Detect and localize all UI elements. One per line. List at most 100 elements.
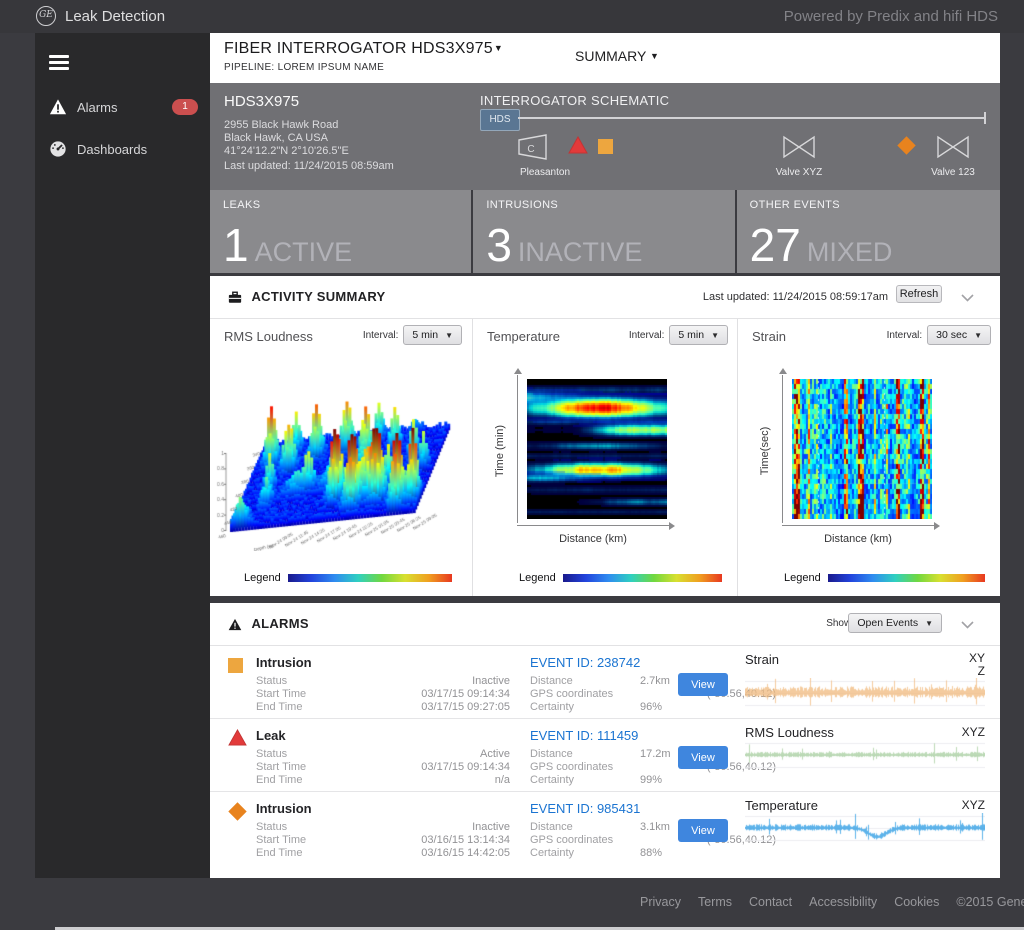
footer-link-terms[interactable]: Terms [698, 895, 732, 909]
legend-label: Legend [519, 572, 556, 584]
sparkline-title: RMS Loudness [745, 725, 834, 740]
strain-heatmap [792, 379, 932, 519]
stat-tile-intrusions[interactable]: INTRUSIONS 3INACTIVE [473, 190, 734, 273]
intrusion-diamond-icon [228, 802, 246, 820]
footer: PrivacyTermsContactAccessibilityCookies©… [640, 895, 1024, 909]
stat-status: INACTIVE [518, 237, 643, 268]
pipeline-endcap [984, 112, 986, 124]
alarms-title: ALARMS [228, 616, 309, 631]
hamburger-menu-icon[interactable] [49, 55, 69, 70]
panel-strain: Strain Interval: 30 sec▼ Time(sec) Dista… [737, 319, 1001, 596]
device-coordinates: 41°24'12.2"N 2°10'26.5"E [224, 145, 349, 157]
powered-by-text: Powered by Predix and hifi HDS [784, 0, 998, 33]
sidebar-item-label: Dashboards [77, 142, 147, 157]
legend-colorbar [563, 574, 722, 582]
schematic-node-label: Valve XYZ [754, 167, 844, 178]
alarms-header: ALARMS Show: Open Events▼ [210, 603, 1000, 646]
alarm-field-values: Active 03/17/15 09:14:34 n/a [370, 748, 510, 787]
device-last-updated: Last updated: 11/24/2015 08:59am [224, 160, 394, 172]
view-button[interactable]: View [678, 746, 728, 769]
alarm-row[interactable]: Intrusion Status Start Time End Time Ina… [210, 792, 1000, 864]
footer-link-contact[interactable]: Contact [749, 895, 792, 909]
sidebar-item-label: Alarms [77, 100, 117, 115]
device-info-band: HDS3X975 2955 Black Hawk Road Black Hawk… [210, 83, 1000, 190]
pump-station-icon[interactable]: C [516, 133, 554, 168]
x-axis-label: Distance (km) [782, 533, 934, 545]
legend-colorbar [288, 574, 452, 582]
panel-title: RMS Loudness [224, 329, 313, 344]
activity-summary-title: ACTIVITY SUMMARY [228, 289, 386, 304]
intrusion-square-icon [228, 656, 246, 674]
stat-tiles: LEAKS 1ACTIVE INTRUSIONS 3INACTIVE OTHER… [210, 190, 1000, 273]
y-axis-label: Time (min) [494, 391, 506, 511]
alarm-sparkline-block: Temperature XYZ [745, 798, 985, 843]
event-id-link[interactable]: EVENT ID: 238742 [530, 655, 640, 670]
temperature-sparkline [745, 813, 985, 843]
valve-123-icon[interactable] [936, 135, 970, 164]
stat-tile-leaks[interactable]: LEAKS 1ACTIVE [210, 190, 471, 273]
gauge-icon [49, 140, 67, 158]
interval-label: Interval: [887, 330, 923, 341]
collapse-chevron-icon[interactable] [961, 616, 974, 634]
device-name: HDS3X975 [224, 93, 299, 110]
alarms-card: ALARMS Show: Open Events▼ Intrusion Stat… [210, 603, 1000, 878]
hds-node[interactable]: HDS [480, 109, 520, 131]
leak-triangle-marker[interactable] [568, 136, 588, 159]
sparkline-series: XYZ [962, 798, 985, 812]
valve-xyz-icon[interactable] [782, 135, 816, 164]
footer-link-accessibility[interactable]: Accessibility [809, 895, 877, 909]
chevron-down-icon: ▼ [650, 51, 659, 61]
stat-status: MIXED [807, 237, 893, 268]
legend-colorbar [828, 574, 985, 582]
sparkline-title: Strain [745, 652, 779, 667]
temperature-heatmap [527, 379, 667, 519]
alarm-sparkline-block: Strain XYZ [745, 652, 985, 708]
warning-triangle-icon [228, 618, 242, 631]
alarm-type: Leak [256, 728, 286, 743]
stat-value: 27 [750, 219, 801, 271]
interval-select[interactable]: 5 min▼ [669, 325, 728, 345]
app-title: Leak Detection [65, 0, 165, 33]
show-events-select[interactable]: Open Events▼ [848, 613, 942, 633]
footer-link-cookies[interactable]: Cookies [894, 895, 939, 909]
x-axis [782, 525, 934, 526]
activity-summary-header: ACTIVITY SUMMARY Last updated: 11/24/201… [210, 276, 1000, 319]
y-axis [782, 375, 783, 523]
rms-loudness-3d-chart [214, 363, 466, 551]
y-axis-label: Time(sec) [759, 391, 771, 511]
alarm-row[interactable]: Intrusion Status Start Time End Time Ina… [210, 646, 1000, 719]
x-axis-arrow [669, 522, 675, 530]
sidebar-item-dashboards[interactable]: Dashboards [35, 133, 210, 167]
view-button[interactable]: View [678, 819, 728, 842]
interval-select[interactable]: 30 sec▼ [927, 325, 991, 345]
sparkline-title: Temperature [745, 798, 818, 813]
view-button[interactable]: View [678, 673, 728, 696]
page-title[interactable]: FIBER INTERROGATOR HDS3X975▼ [224, 40, 503, 58]
interrogator-schematic: INTERROGATOR SCHEMATIC HDS C Pleasanton … [470, 83, 1000, 190]
alarm-field-values: Inactive 03/16/15 13:14:34 03/16/15 14:4… [370, 821, 510, 860]
sidebar-item-alarms[interactable]: Alarms 1 [35, 91, 210, 125]
activity-last-updated: Last updated: 11/24/2015 08:59:17am [703, 291, 888, 303]
device-address-line2: Black Hawk, CA USA [224, 132, 328, 144]
refresh-button[interactable]: Refresh [896, 285, 942, 303]
event-id-link[interactable]: EVENT ID: 985431 [530, 801, 640, 816]
warning-triangle-icon [49, 98, 67, 116]
sparkline-series: XYZ [963, 652, 985, 678]
intrusion-square-marker[interactable] [598, 139, 613, 154]
top-bar: GE Leak Detection Powered by Predix and … [0, 0, 1024, 33]
legend-label: Legend [244, 572, 281, 584]
alarm-sparkline-block: RMS Loudness XYZ [745, 725, 985, 770]
interval-select[interactable]: 5 min▼ [403, 325, 462, 345]
collapse-chevron-icon[interactable] [961, 289, 974, 307]
footer-link-privacy[interactable]: Privacy [640, 895, 681, 909]
event-id-link[interactable]: EVENT ID: 111459 [530, 728, 638, 743]
panel-temperature: Temperature Interval: 5 min▼ Time (min) … [472, 319, 738, 596]
schematic-title: INTERROGATOR SCHEMATIC [480, 93, 669, 108]
panel-title: Strain [752, 329, 786, 344]
stat-tile-other-events[interactable]: OTHER EVENTS 27MIXED [737, 190, 1000, 273]
panel-rms-loudness: RMS Loudness Interval: 5 min▼ Legend [210, 319, 472, 596]
alarm-row[interactable]: Leak Status Start Time End Time Active 0… [210, 719, 1000, 792]
intrusion-diamond-marker[interactable] [897, 136, 915, 154]
view-selector[interactable]: SUMMARY ▼ [575, 48, 659, 64]
legend-label: Legend [784, 572, 821, 584]
